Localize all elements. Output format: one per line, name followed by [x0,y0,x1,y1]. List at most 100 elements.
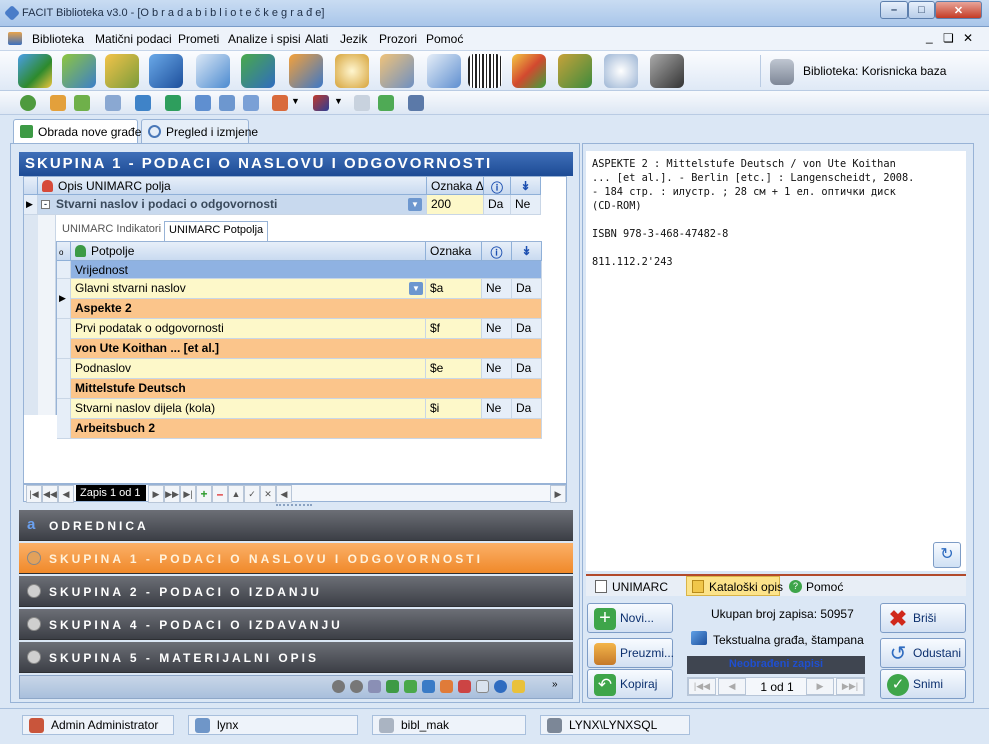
chart-icon[interactable] [512,54,546,88]
link-icon[interactable] [408,95,424,111]
menu-analize-i-spisi[interactable]: Analize i spisi [228,32,301,46]
menu-prometi[interactable]: Prometi [178,32,219,46]
tab-unimarc-subfields[interactable]: UNIMARC Potpolja [164,221,269,241]
section-group-4[interactable]: SKUPINA 4 - PODACI O IZDAVANJU [19,609,573,640]
users-icon[interactable] [289,54,323,88]
double-chevron-icon[interactable]: ↡ [511,177,541,195]
next-record-button[interactable]: ▶ [148,485,164,503]
grid-icon[interactable] [135,95,151,111]
subfield-code-cell[interactable]: $a [426,279,482,299]
cubes-icon[interactable] [18,54,52,88]
tab-unimarc[interactable]: UNIMARC [590,577,682,597]
subfield-code-cell[interactable]: $f [426,319,482,339]
collapse-icon[interactable]: - [41,200,50,209]
id-card-icon[interactable] [427,54,461,88]
group-icon-8[interactable] [458,680,471,693]
tab-help[interactable]: ? Pomoć [784,577,860,597]
subfield-code-cell[interactable]: $e [426,359,482,379]
mdi-close-icon[interactable]: ✕ [963,31,973,45]
puzzle-icon[interactable] [62,54,96,88]
dropdown-icon[interactable]: ▼ [409,282,423,295]
double-chevron-icon[interactable]: ↡ [512,242,542,261]
cancel-edit-button[interactable]: ✕ [260,485,276,503]
close-button[interactable]: ✕ [935,1,982,19]
table-row[interactable]: - Stvarni naslov i podaci o odgovornosti… [38,195,427,215]
last-record-button[interactable]: ▶| [180,485,196,503]
section-group-5[interactable]: SKUPINA 5 - MATERIJALNI OPIS [19,642,573,673]
menu-maticni-podaci[interactable]: Matični podaci [95,32,172,46]
group-icon-3[interactable] [368,680,381,693]
prev-record-button[interactable]: ◀ [58,485,74,503]
tab-review[interactable]: Pregled i izmjene [141,119,258,143]
mail-icon[interactable] [354,95,370,111]
pager-prev-button[interactable]: ◀ [718,678,746,695]
group-icon-10[interactable] [494,680,507,693]
chevron-down-icon[interactable]: ▼ [291,96,300,106]
import-button[interactable]: Preuzmi... [587,638,674,668]
save-button[interactable]: ✓ Snimi [880,669,966,699]
search-gear-icon[interactable] [604,54,638,88]
info-icon[interactable]: ⓘ [484,177,511,195]
subfield-value-cell[interactable]: von Ute Koithan ... [et al.] [71,339,542,359]
chevron-down-icon[interactable]: ▼ [334,96,343,106]
group-icon-7[interactable] [440,680,453,693]
tab-unimarc-indicators[interactable]: UNIMARC Indikatori [62,223,161,241]
group-icon-2[interactable] [350,680,363,693]
mdi-restore-icon[interactable]: ❏ [943,31,954,45]
splitter-grip[interactable] [276,504,312,507]
pager-last-button[interactable]: ▶▶| [836,678,864,695]
prev-page-button[interactable]: ◀◀ [42,485,58,503]
cancel-button[interactable]: ↺ Odustani [880,638,966,668]
col-header-subcode[interactable]: Oznaka [426,242,482,261]
menu-alati[interactable]: Alati [305,32,328,46]
unprocessed-records[interactable]: Neobrađeni zapisi [687,656,865,674]
tab-new-entry[interactable]: Obrada nove građe [13,119,141,143]
subfield-value-cell[interactable]: Aspekte 2 [71,299,542,319]
import-icon[interactable] [50,95,66,111]
group-icon-9[interactable] [476,680,489,693]
col-header-desc[interactable]: Opis UNIMARC polja [38,177,427,195]
delete-record-button[interactable]: – [212,485,228,503]
shield-box-icon[interactable] [105,54,139,88]
group-icon-6[interactable] [422,680,435,693]
filter-icon[interactable] [195,95,211,111]
dropdown-icon[interactable]: ▼ [408,198,422,211]
overflow-chevron-icon[interactable]: » [552,679,558,690]
col-header-subfield[interactable]: Potpolje [71,242,426,261]
edit-note-icon[interactable] [378,95,394,111]
delete-button[interactable]: ✖ Briši [880,603,966,633]
refresh-icon[interactable] [20,95,36,111]
first-record-button[interactable]: |◀ [26,485,42,503]
minimize-button[interactable]: – [880,1,908,19]
exchange-icon[interactable] [241,54,275,88]
film-icon[interactable] [650,54,684,88]
col-header-code[interactable]: Oznaka Δ [427,177,484,195]
color-dropdown-icon[interactable] [313,95,329,111]
menu-biblioteka[interactable]: Biblioteka [32,32,84,46]
table-icon[interactable] [219,95,235,111]
section-group-2[interactable]: SKUPINA 2 - PODACI O IZDANJU [19,576,573,607]
pager-next-button[interactable]: ▶ [806,678,834,695]
subfield-name-cell[interactable]: Glavni stvarni naslov [71,279,426,299]
subfield-value-cell[interactable]: Mittelstufe Deutsch [71,379,542,399]
move-up-button[interactable]: ▲ [228,485,244,503]
chart-dropdown-icon[interactable] [272,95,288,111]
info-icon[interactable]: ⓘ [482,242,512,261]
section-odrednica[interactable]: a ODREDNICA [19,510,573,541]
print-preview-icon[interactable] [105,95,121,111]
new-button[interactable]: + Novi... [587,603,673,633]
money-icon[interactable] [558,54,592,88]
maximize-button[interactable]: □ [908,1,935,19]
subfield-value-cell[interactable]: Arbeitsbuch 2 [71,419,542,439]
user-clock-icon[interactable] [380,54,414,88]
subfield-code-cell[interactable]: $i [426,399,482,419]
play-icon[interactable] [165,95,181,111]
menu-prozori[interactable]: Prozori [379,32,417,46]
group-icon-1[interactable] [332,680,345,693]
subfield-name-cell[interactable]: Podnaslov [71,359,426,379]
group-icon-5[interactable] [404,680,417,693]
confirm-button[interactable]: ✓ [244,485,260,503]
scroll-right-button[interactable]: ▶ [550,485,566,503]
pager-first-button[interactable]: |◀◀ [688,678,716,695]
copy-button[interactable]: ↶ Kopiraj [587,669,673,699]
